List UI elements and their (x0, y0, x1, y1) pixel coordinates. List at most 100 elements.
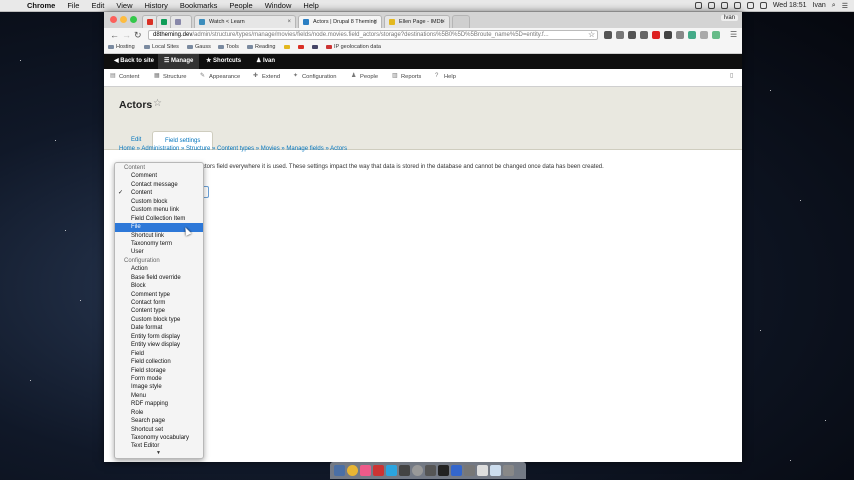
trash-icon[interactable] (503, 465, 514, 476)
option[interactable]: Shortcut set (115, 426, 203, 434)
admin-menu-appearance[interactable]: ✎ Appearance (200, 69, 240, 86)
address-bar[interactable]: d8theming.dev/admin/structure/types/mana… (148, 30, 598, 40)
option[interactable]: Comment (115, 172, 203, 180)
option[interactable]: Field (115, 350, 203, 358)
bookmark-star-icon[interactable]: ☆ (588, 30, 595, 40)
close-tab-icon[interactable]: × (287, 16, 291, 28)
option[interactable]: Comment type (115, 291, 203, 299)
bookmark-tools[interactable]: Tools (218, 42, 239, 52)
admin-menu-structure[interactable]: ▦ Structure (154, 69, 187, 86)
breadcrumb[interactable]: Home » Administration » Structure » Cont… (119, 146, 347, 152)
extension-icon[interactable] (652, 31, 660, 39)
extension-icon[interactable] (616, 31, 624, 39)
chrome-menu-icon[interactable]: ☰ (730, 30, 737, 40)
admin-menu-extend[interactable]: ✚ Extend (253, 69, 280, 86)
apple-icon[interactable] (6, 1, 15, 10)
menu-edit[interactable]: Edit (91, 1, 104, 10)
menu-bookmarks[interactable]: Bookmarks (180, 1, 218, 10)
reload-icon[interactable]: ↻ (134, 30, 142, 40)
menu-help[interactable]: Help (303, 1, 318, 10)
admin-menu-configuration[interactable]: ✦ Configuration (293, 69, 336, 86)
option[interactable]: Block (115, 282, 203, 290)
bookmark-site[interactable] (312, 42, 320, 52)
close-tab-icon[interactable]: × (373, 16, 377, 28)
admin-menu-content[interactable]: ▤ Content (110, 69, 139, 86)
minimize-window-button[interactable] (120, 16, 127, 23)
scroll-down-arrow-icon[interactable]: ▼ (156, 450, 161, 456)
bookmark-gauss[interactable]: Gauss (187, 42, 211, 52)
preview-icon[interactable] (477, 465, 488, 476)
bookmark-hosting[interactable]: Hosting (108, 42, 135, 52)
menu-chrome[interactable]: Chrome (27, 1, 55, 10)
profile-button[interactable]: Ivan (720, 15, 738, 21)
option-selected[interactable]: ✓ Content (115, 189, 203, 197)
tray-orientation-toggle[interactable]: ▯ (730, 69, 739, 86)
extension-icon[interactable] (676, 31, 684, 39)
shortcuts-tab[interactable]: ★ Shortcuts (202, 54, 245, 69)
clock[interactable]: Wed 18:51 (773, 2, 807, 9)
admin-menu-people[interactable]: ♟ People (351, 69, 378, 86)
admin-menu-reports[interactable]: ▥ Reports (392, 69, 421, 86)
settings-icon[interactable] (412, 465, 423, 476)
chrome-icon[interactable] (347, 465, 358, 476)
app-icon[interactable] (399, 465, 410, 476)
list-icon[interactable]: ☰ (842, 2, 848, 10)
menu-user[interactable]: Ivan (813, 2, 826, 9)
tab-watch-learn[interactable]: Watch < Learn × (194, 15, 296, 28)
option[interactable]: Custom block (115, 198, 203, 206)
bluetooth-icon[interactable] (733, 2, 741, 9)
option[interactable]: Field Collection Item (115, 215, 203, 223)
extension-icon[interactable] (700, 31, 708, 39)
battery-icon[interactable] (759, 2, 767, 9)
menu-people[interactable]: People (229, 1, 252, 10)
screen-icon[interactable] (694, 2, 702, 9)
app-icon[interactable] (451, 465, 462, 476)
extension-icon[interactable] (628, 31, 636, 39)
itunes-icon[interactable] (360, 465, 371, 476)
forward-arrow-icon[interactable]: → (122, 30, 131, 40)
option[interactable]: Contact message (115, 181, 203, 189)
skype-icon[interactable] (386, 465, 397, 476)
option[interactable]: Menu (115, 392, 203, 400)
option[interactable]: Form mode (115, 375, 203, 383)
option[interactable]: Action (115, 265, 203, 273)
target-type-dropdown[interactable]: Content Comment Contact message ✓ Content… (114, 162, 204, 459)
tab-pinned[interactable] (170, 15, 192, 28)
back-arrow-icon[interactable]: ← (110, 30, 119, 40)
option[interactable]: Custom block type (115, 316, 203, 324)
wifi-icon[interactable] (746, 2, 754, 9)
close-window-button[interactable] (110, 16, 117, 23)
menu-window[interactable]: Window (265, 1, 292, 10)
extension-icon[interactable] (664, 31, 672, 39)
user-tab[interactable]: ♟ Ivan (252, 54, 279, 69)
new-tab-button[interactable] (452, 15, 470, 28)
app-icon[interactable] (464, 465, 475, 476)
downloads-icon[interactable] (490, 465, 501, 476)
option[interactable]: RDF mapping (115, 400, 203, 408)
option[interactable]: Taxonomy term (115, 240, 203, 248)
shortcut-star-icon[interactable]: ☆ (153, 98, 162, 109)
tab-actors-drupal[interactable]: Actors | Drupal 8 Theming × (298, 15, 382, 28)
extension-icon[interactable] (712, 31, 720, 39)
menu-file[interactable]: File (67, 1, 79, 10)
bookmark-imdb[interactable] (284, 42, 292, 52)
back-to-site-link[interactable]: ◀ Back to site (108, 54, 160, 69)
extension-icon[interactable] (640, 31, 648, 39)
option[interactable]: Contact form (115, 299, 203, 307)
option[interactable]: Image style (115, 383, 203, 391)
search-icon[interactable]: ⌕ (832, 2, 836, 10)
option[interactable]: Role (115, 409, 203, 417)
option[interactable]: Search page (115, 417, 203, 425)
menu-view[interactable]: View (116, 1, 132, 10)
app-icon[interactable] (425, 465, 436, 476)
menu-history[interactable]: History (145, 1, 168, 10)
close-tab-icon[interactable]: × (441, 16, 445, 28)
option[interactable]: Entity form display (115, 333, 203, 341)
option[interactable]: Taxonomy vocabulary (115, 434, 203, 442)
option[interactable]: Custom menu link (115, 206, 203, 214)
time-machine-icon[interactable] (720, 2, 728, 9)
dropbox-icon[interactable] (707, 2, 715, 9)
finder-icon[interactable] (334, 465, 345, 476)
option[interactable]: Field collection (115, 358, 203, 366)
bookmark-ip-geolocation[interactable]: IP geolocation data (326, 42, 381, 52)
